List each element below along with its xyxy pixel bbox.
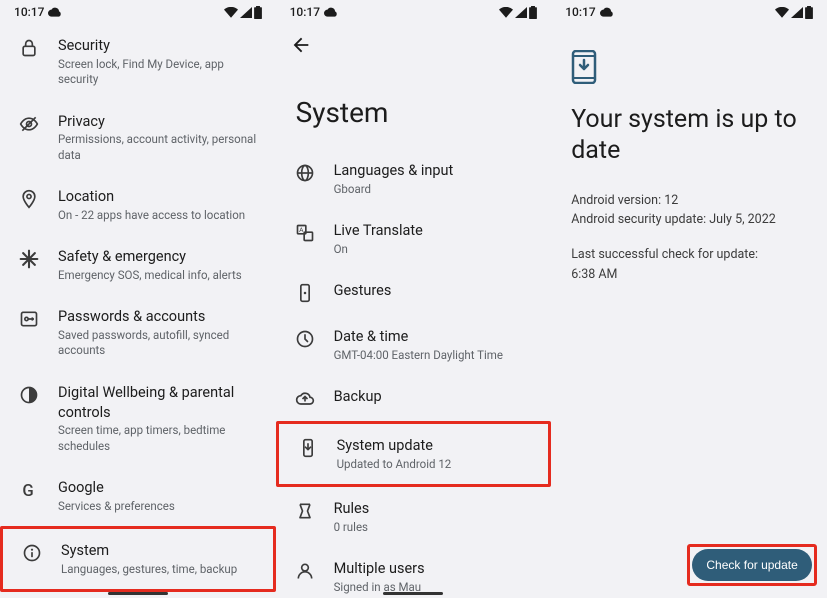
status-time: 10:17 — [14, 5, 44, 19]
battery-icon — [254, 6, 262, 19]
item-subtitle: On - 22 apps have access to location — [58, 208, 258, 224]
item-title: Safety & emergency — [58, 247, 258, 267]
item-subtitle: Screen time, app timers, bedtime schedul… — [58, 423, 258, 454]
last-check-time: 6:38 AM — [571, 265, 807, 284]
system-update-hero-icon — [571, 50, 597, 84]
settings-item-digital-wellbeing-parental-controls[interactable]: Digital Wellbeing & parental controlsScr… — [0, 371, 276, 466]
nav-pill[interactable] — [108, 592, 168, 595]
wifi-icon — [775, 7, 789, 18]
settings-item-passwords-accounts[interactable]: Passwords & accountsSaved passwords, aut… — [0, 295, 276, 371]
rules-icon — [294, 499, 316, 521]
trans-icon: A — [294, 221, 316, 243]
item-subtitle: Gboard — [334, 182, 534, 198]
check-for-update-button[interactable]: Check for update — [692, 549, 811, 581]
back-arrow-icon[interactable] — [290, 34, 312, 56]
item-title: Rules — [334, 499, 534, 519]
item-title: Location — [58, 187, 258, 207]
system-item-live-translate[interactable]: A Live TranslateOn — [276, 209, 552, 269]
settings-item-system[interactable]: SystemLanguages, gestures, time, backup — [0, 526, 276, 592]
item-title: Languages & input — [334, 161, 534, 181]
status-bar: 10:17 — [276, 0, 552, 24]
item-subtitle: Emergency SOS, medical info, alerts — [58, 268, 258, 284]
settings-root-panel: 10:17 SecurityScreen lock, Find My Devic… — [0, 0, 276, 598]
item-subtitle: GMT-04:00 Eastern Daylight Time — [334, 348, 534, 364]
lock-icon — [18, 36, 40, 58]
settings-item-location[interactable]: LocationOn - 22 apps have access to loca… — [0, 175, 276, 235]
system-item-date-time[interactable]: Date & timeGMT-04:00 Eastern Daylight Ti… — [276, 315, 552, 375]
gesture-icon — [294, 281, 316, 303]
svg-text:A: A — [299, 226, 304, 234]
clock-icon — [294, 327, 316, 349]
status-time: 10:17 — [290, 5, 320, 19]
item-title: Privacy — [58, 112, 258, 132]
update-icon — [297, 436, 319, 458]
nav-pill[interactable] — [383, 592, 443, 595]
item-subtitle: On — [334, 242, 534, 258]
key-icon — [18, 307, 40, 329]
item-subtitle: Saved passwords, autofill, synced accoun… — [58, 328, 258, 359]
item-subtitle: Languages, gestures, time, backup — [61, 562, 255, 578]
pin-icon — [18, 187, 40, 209]
item-title: System — [61, 541, 255, 561]
system-panel: 10:17 System Languages & inputGboard A Liv… — [276, 0, 552, 598]
item-subtitle: Updated to Android 12 — [337, 457, 531, 473]
item-subtitle: 0 rules — [334, 520, 534, 536]
system-item-gestures[interactable]: Gestures — [276, 269, 552, 315]
check-update-highlight: Check for update — [687, 544, 816, 586]
page-title: System — [276, 60, 552, 149]
item-title: Google — [58, 478, 258, 498]
settings-item-security[interactable]: SecurityScreen lock, Find My Device, app… — [0, 24, 276, 100]
status-time: 10:17 — [565, 5, 595, 19]
update-info: Android version: 12 Android security upd… — [551, 191, 827, 285]
system-item-rules[interactable]: Rules0 rules — [276, 487, 552, 547]
signal-icon — [515, 7, 527, 18]
settings-item-google[interactable]: G GoogleServices & preferences — [0, 466, 276, 526]
item-title: Live Translate — [334, 221, 534, 241]
update-status-title: Your system is up to date — [551, 88, 827, 191]
item-title: Gestures — [334, 281, 534, 301]
status-bar: 10:17 — [0, 0, 276, 24]
cloud-icon — [600, 7, 614, 17]
item-title: Backup — [334, 387, 534, 407]
item-title: Multiple users — [334, 559, 534, 579]
cloud-icon — [48, 7, 62, 17]
system-item-backup[interactable]: Backup — [276, 375, 552, 421]
security-update-line: Android security update: July 5, 2022 — [571, 210, 807, 229]
system-item-multiple-users[interactable]: Multiple usersSigned in as Mau — [276, 547, 552, 598]
system-update-panel: 10:17 Your system is up to date Android … — [551, 0, 827, 598]
item-title: Digital Wellbeing & parental controls — [58, 383, 258, 422]
info-icon — [21, 541, 43, 563]
status-bar: 10:17 — [551, 0, 827, 24]
signal-icon — [791, 7, 803, 18]
well-icon — [18, 383, 40, 405]
cloud-icon — [294, 387, 316, 409]
settings-item-privacy[interactable]: PrivacyPermissions, account activity, pe… — [0, 100, 276, 176]
signal-icon — [240, 7, 252, 18]
svg-text:G: G — [22, 482, 33, 500]
users-icon — [294, 559, 316, 581]
system-item-system-update[interactable]: System updateUpdated to Android 12 — [276, 421, 552, 487]
last-check-label: Last successful check for update: — [571, 245, 807, 264]
wifi-icon — [499, 7, 513, 18]
wifi-icon — [224, 7, 238, 18]
battery-icon — [805, 6, 813, 19]
settings-item-safety-emergency[interactable]: Safety & emergencyEmergency SOS, medical… — [0, 235, 276, 295]
cloud-icon — [324, 7, 338, 17]
item-title: Passwords & accounts — [58, 307, 258, 327]
item-title: Date & time — [334, 327, 534, 347]
system-item-languages-input[interactable]: Languages & inputGboard — [276, 149, 552, 209]
item-subtitle: Permissions, account activity, personal … — [58, 132, 258, 163]
item-title: Security — [58, 36, 258, 56]
star-icon — [18, 247, 40, 269]
item-subtitle: Services & preferences — [58, 499, 258, 515]
battery-icon — [529, 6, 537, 19]
eye-icon — [18, 112, 40, 134]
google-icon: G — [18, 478, 40, 500]
android-version-line: Android version: 12 — [571, 191, 807, 210]
globe-icon — [294, 161, 316, 183]
item-title: System update — [337, 436, 531, 456]
item-subtitle: Screen lock, Find My Device, app securit… — [58, 57, 258, 88]
